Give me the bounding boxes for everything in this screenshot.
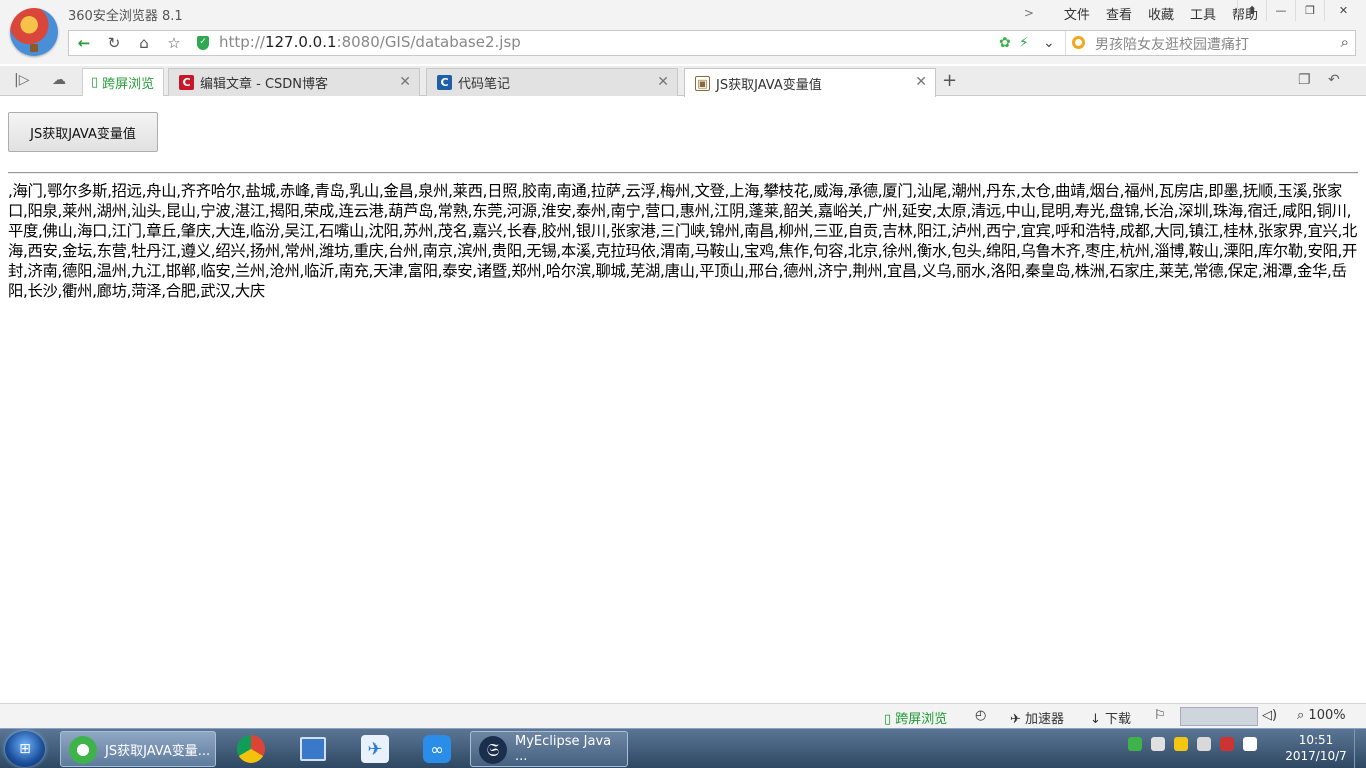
compat-mode-icon[interactable]: ✿ [999, 35, 1011, 51]
tab-bar: |▷ ☁ ▯ 跨屏浏览 C 编辑文章 - CSDN博客 ✕ C 代码笔记 ✕ ▣… [0, 66, 1366, 97]
speed-mode-icon[interactable]: ⚡ [1019, 35, 1029, 51]
menu-bar: > 文件 查看 收藏 工具 帮助 [1024, 3, 1258, 23]
download-label: 下载 [1105, 712, 1132, 727]
search-icon[interactable]: ⌕ [1341, 33, 1349, 51]
taskbar-item-feishu[interactable]: ✈ [346, 731, 404, 767]
device-icon[interactable] [1197, 737, 1211, 751]
maximize-button[interactable]: ❐ [1295, 0, 1324, 21]
tab-code-notes[interactable]: C 代码笔记 ✕ [426, 68, 678, 96]
window-controls: ⬆ — ❐ ✕ [1237, 0, 1362, 21]
taskbar-item-remote-desktop[interactable] [284, 731, 342, 767]
taskbar-item-myeclipse[interactable]: 𝔖 MyEclipse Java ... [470, 731, 628, 767]
close-icon[interactable]: ✕ [657, 74, 669, 90]
clock-time: 10:51 [1298, 733, 1334, 747]
tab-list-icon[interactable]: ❐ [1298, 72, 1311, 88]
url-host: 127.0.0.1 [264, 33, 337, 51]
page-favicon-icon: ▣ [695, 75, 710, 91]
download-button[interactable]: ↓ 下载 [1090, 708, 1131, 727]
cloud-drive-icon: ∞ [423, 735, 451, 763]
accelerator-button[interactable]: ✈ 加速器 [1010, 708, 1064, 727]
360-browser-logo-icon [10, 8, 58, 56]
zoom-level: 100% [1308, 708, 1346, 723]
chrome-icon [237, 735, 265, 763]
menu-view[interactable]: 查看 [1106, 4, 1132, 23]
split-screen-label: 跨屏浏览 [895, 712, 948, 727]
url-input[interactable]: http://127.0.0.1:8080/GIS/database2.jsp [219, 33, 521, 51]
tab-title: 编辑文章 - CSDN博客 [200, 77, 329, 92]
close-window-button[interactable]: ✕ [1324, 0, 1362, 21]
tab-title: JS获取JAVA变量值 [716, 77, 822, 93]
home-icon[interactable]: ⌂ [129, 31, 159, 55]
menu-file[interactable]: 文件 [1064, 4, 1090, 23]
flag-icon[interactable]: ⚐ [1154, 708, 1166, 723]
zoom-control[interactable]: ⌕ 100% [1297, 708, 1346, 723]
network-status-icon[interactable] [1151, 737, 1165, 751]
mute-icon[interactable] [1220, 737, 1234, 751]
taskbar-item-baidu-cloud[interactable]: ∞ [408, 731, 466, 767]
new-tab-plus-icon[interactable]: + [942, 70, 957, 91]
taskbar-clock[interactable]: 10:51 2017/10/7 [1280, 732, 1352, 764]
tab-split-screen[interactable]: ▯ 跨屏浏览 [82, 68, 164, 96]
refresh-icon[interactable]: ↻ [99, 31, 129, 55]
ie-mode-icon[interactable]: ◴ [975, 708, 986, 723]
tab-js-java[interactable]: ▣ JS获取JAVA变量值 ✕ [684, 68, 936, 97]
myeclipse-icon: 𝔖 [479, 736, 507, 764]
360-browser-icon [69, 736, 97, 764]
cloud-icon[interactable]: ☁ [52, 72, 66, 88]
windows-taskbar: ⊞ JS获取JAVA变量... ✈ ∞ 𝔖 MyEclipse Java ...… [0, 728, 1366, 768]
split-screen-status[interactable]: ▯ 跨屏浏览 [884, 708, 947, 727]
status-bar: ▯ 跨屏浏览 ◴ ✈ 加速器 ↓ 下载 ⚐ ◁) ⌕ 100% [0, 703, 1366, 728]
horizontal-rule [8, 172, 1358, 174]
taskbar-item-label: MyEclipse Java ... [515, 734, 612, 764]
undo-close-tab-icon[interactable]: ↶ [1328, 72, 1340, 88]
get-java-var-button[interactable]: JS获取JAVA变量值 [8, 112, 158, 152]
guard-icon[interactable] [1174, 737, 1188, 751]
browser-title: 360安全浏览器 8.1 [68, 9, 183, 24]
system-tray [1128, 737, 1257, 751]
address-bar: ← ↻ ⌂ ☆ ✓ http://127.0.0.1:8080/GIS/data… [68, 30, 1356, 56]
csdn-favicon-icon: C [179, 75, 194, 90]
show-desktop-button[interactable] [1354, 729, 1366, 768]
chevron-right-icon[interactable]: > [1024, 6, 1034, 20]
page-content: JS获取JAVA变量值 ,海门,鄂尔多斯,招远,舟山,齐齐哈尔,盐城,赤峰,青岛… [0, 97, 1366, 703]
tab-title: 代码笔记 [458, 77, 511, 92]
tab-csdn[interactable]: C 编辑文章 - CSDN博客 ✕ [168, 68, 420, 96]
signal-icon[interactable] [1243, 737, 1257, 751]
phone-icon: ▯ [91, 75, 99, 90]
search-engine-icon[interactable] [1072, 36, 1085, 49]
url-scheme: http:// [219, 33, 265, 51]
close-icon[interactable]: ✕ [399, 74, 411, 90]
star-icon[interactable]: ☆ [159, 31, 189, 55]
input-method-tray[interactable] [1180, 707, 1258, 726]
divider [1065, 31, 1066, 55]
city-list-text: ,海门,鄂尔多斯,招远,舟山,齐齐哈尔,盐城,赤峰,青岛,乳山,金昌,泉州,莱西… [8, 182, 1358, 300]
menu-favorites[interactable]: 收藏 [1148, 4, 1174, 23]
clock-date: 2017/10/7 [1285, 749, 1347, 763]
back-arrow-icon[interactable]: ← [69, 31, 99, 55]
remote-desktop-icon [300, 737, 326, 761]
url-path: :8080/GIS/database2.jsp [336, 33, 521, 51]
close-icon[interactable]: ✕ [915, 74, 927, 90]
menu-tools[interactable]: 工具 [1190, 4, 1216, 23]
security-shield-icon: ✓ [197, 36, 209, 50]
sidebar-toggle-icon[interactable]: |▷ [14, 72, 29, 88]
tab-split-label: 跨屏浏览 [102, 77, 155, 92]
browser-titlebar: 360安全浏览器 8.1 > 文件 查看 收藏 工具 帮助 ⬆ — ❐ ✕ ← … [0, 0, 1366, 64]
minimize-button[interactable]: — [1266, 0, 1295, 21]
volume-icon[interactable]: ◁) [1262, 708, 1277, 723]
start-button[interactable]: ⊞ [5, 731, 45, 767]
code-notes-favicon-icon: C [437, 75, 452, 90]
security-icon[interactable] [1128, 737, 1142, 751]
taskbar-item-label: JS获取JAVA变量... [105, 743, 211, 759]
taskbar-item-chrome[interactable] [222, 731, 280, 767]
accelerator-label: 加速器 [1025, 712, 1065, 727]
search-input[interactable]: 男孩陪女友逛校园遭痛打 [1095, 34, 1249, 54]
pin-icon[interactable]: ⬆ [1237, 0, 1266, 21]
bird-icon: ✈ [361, 735, 389, 763]
chevron-down-icon[interactable]: ⌄ [1043, 35, 1055, 51]
taskbar-item-browser[interactable]: JS获取JAVA变量... [60, 731, 216, 767]
